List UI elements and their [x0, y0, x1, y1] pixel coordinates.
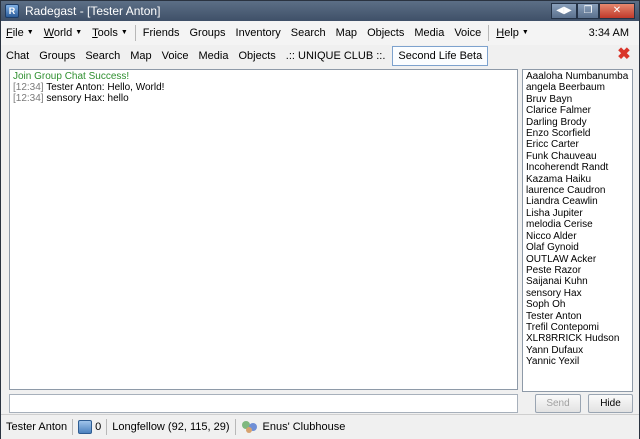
chat-input[interactable]: [9, 394, 518, 413]
app-window: R Radegast - [Tester Anton] ◀▶ ❐ ✕ File ▼…: [0, 0, 640, 439]
chevron-down-icon: ▼: [521, 29, 529, 37]
chat-text: Join Group Chat Success!: [13, 71, 130, 82]
participant-item[interactable]: Ericc Carter: [526, 139, 629, 150]
tab-voice[interactable]: Voice: [157, 46, 194, 66]
participant-item[interactable]: Clarice Falmer: [526, 105, 629, 116]
status-location[interactable]: Longfellow (92, 115, 29): [107, 415, 234, 439]
participant-item[interactable]: laurence Caudron: [526, 185, 629, 196]
clock: 3:34 AM: [588, 27, 629, 39]
chat-line: [12:34] Tester Anton: Hello, World!: [13, 82, 514, 93]
participant-item[interactable]: Liandra Ceawlin: [526, 196, 629, 207]
chat-text: sensory Hax: hello: [46, 93, 129, 104]
participant-item[interactable]: Tester Anton: [526, 311, 629, 322]
menu-tools[interactable]: Tools ▼: [87, 21, 133, 45]
menu-file[interactable]: File ▼: [1, 21, 39, 45]
menu-objects[interactable]: Objects: [362, 21, 409, 45]
chat-line: [12:34] sensory Hax: hello: [13, 93, 514, 104]
chevron-down-icon: ▼: [75, 29, 83, 37]
chevron-down-icon: ▼: [120, 29, 128, 37]
participant-item[interactable]: Olaf Gynoid: [526, 242, 629, 253]
menu-map[interactable]: Map: [331, 21, 362, 45]
participant-item[interactable]: Funk Chauveau: [526, 151, 629, 162]
participant-item[interactable]: Kazama Haiku: [526, 174, 629, 185]
title-bar[interactable]: R Radegast - [Tester Anton] ◀▶ ❐ ✕: [1, 1, 639, 21]
menu-separator: [488, 25, 490, 41]
participant-item[interactable]: angela Beerbaum: [526, 82, 629, 93]
participant-item[interactable]: Soph Oh: [526, 299, 629, 310]
close-button[interactable]: ✕: [599, 3, 635, 19]
hide-button[interactable]: Hide: [588, 394, 633, 413]
people-icon: [78, 420, 93, 435]
participant-item[interactable]: sensory Hax: [526, 288, 629, 299]
participant-item[interactable]: Peste Razor: [526, 265, 629, 276]
tab-bar: Chat Groups Search Map Voice Media Objects.:: …: [1, 45, 639, 67]
close-tab-icon[interactable]: ✖: [617, 47, 631, 63]
chat-timestamp: [12:34]: [13, 93, 44, 104]
participant-item[interactable]: Lisha Jupiter: [526, 208, 629, 219]
menu-voice[interactable]: Voice: [449, 21, 486, 45]
status-bar: Tester Anton 0 Longfellow (92, 115, 29) …: [1, 414, 639, 439]
participant-item[interactable]: Nicco Alder: [526, 231, 629, 242]
status-avatar-name: Tester Anton: [6, 421, 68, 433]
participant-item[interactable]: XLR8RRICK Hudson: [526, 333, 629, 344]
chat-line: Join Group Chat Success!: [13, 71, 514, 82]
chat-log[interactable]: Join Group Chat Success! [12:34] Tester A…: [9, 69, 518, 390]
chat-timestamp: [12:34]: [13, 82, 44, 93]
participant-item[interactable]: melodia Cerise: [526, 219, 629, 230]
tab-chat[interactable]: Chat: [1, 46, 34, 66]
back-forward-button[interactable]: ◀▶: [551, 3, 577, 19]
parcel-name: Enus' Clubhouse: [262, 421, 346, 433]
participant-item[interactable]: Trefil Contepomi: [526, 322, 629, 333]
participant-item[interactable]: OUTLAW Acker: [526, 254, 629, 265]
menu-search[interactable]: Search: [286, 21, 331, 45]
menu-media[interactable]: Media: [409, 21, 449, 45]
tab-search[interactable]: Search: [80, 46, 125, 66]
participant-item[interactable]: Enzo Scorfield: [526, 128, 629, 139]
send-button[interactable]: Send: [535, 394, 581, 413]
chat-text: Tester Anton: Hello, World!: [46, 82, 165, 93]
menu-groups[interactable]: Groups: [184, 21, 230, 45]
participant-item[interactable]: Aaaloha Numbanumba: [526, 71, 629, 82]
menu-separator: [134, 25, 136, 41]
tab-media[interactable]: Media: [194, 46, 234, 66]
menu-help[interactable]: Help ▼: [491, 21, 534, 45]
chevron-down-icon: ▼: [26, 29, 34, 37]
participant-item[interactable]: Yannic Yexil: [526, 356, 629, 367]
participant-item[interactable]: Yann Dufaux: [526, 345, 629, 356]
participant-list[interactable]: Aaaloha Numbanumba angela Beerbaum Bruv Ba…: [522, 69, 633, 392]
menu-friends[interactable]: Friends: [138, 21, 185, 45]
parcel-icon: [241, 421, 257, 434]
people-count: 0: [95, 421, 102, 433]
window-title: Radegast - [Tester Anton]: [25, 4, 161, 18]
tab-map[interactable]: Map: [125, 46, 156, 66]
menu-inventory[interactable]: Inventory: [231, 21, 286, 45]
tab-second-life-beta[interactable]: Second Life Beta: [392, 46, 489, 66]
menu-bar: File ▼ World ▼ Tools ▼ Friends Groups Inventory S…: [1, 21, 639, 46]
participant-item[interactable]: Darling Brody: [526, 117, 629, 128]
participant-item[interactable]: Incoherendt Randt: [526, 162, 629, 173]
participant-item[interactable]: Saijanai Kuhn: [526, 276, 629, 287]
menu-world[interactable]: World ▼: [39, 21, 87, 45]
status-people[interactable]: 0: [73, 415, 106, 439]
restore-button[interactable]: ❐: [577, 3, 599, 19]
status-parcel[interactable]: Enus' Clubhouse: [236, 415, 351, 439]
participant-item[interactable]: Bruv Bayn: [526, 94, 629, 105]
tab-groups[interactable]: Groups: [34, 46, 80, 66]
tab-unique-club[interactable]: .:: UNIQUE CLUB ::.: [281, 46, 391, 66]
tab-objects[interactable]: Objects: [233, 46, 280, 66]
window-controls: ◀▶ ❐ ✕: [551, 3, 635, 19]
radegast-app-icon: R: [5, 4, 19, 18]
